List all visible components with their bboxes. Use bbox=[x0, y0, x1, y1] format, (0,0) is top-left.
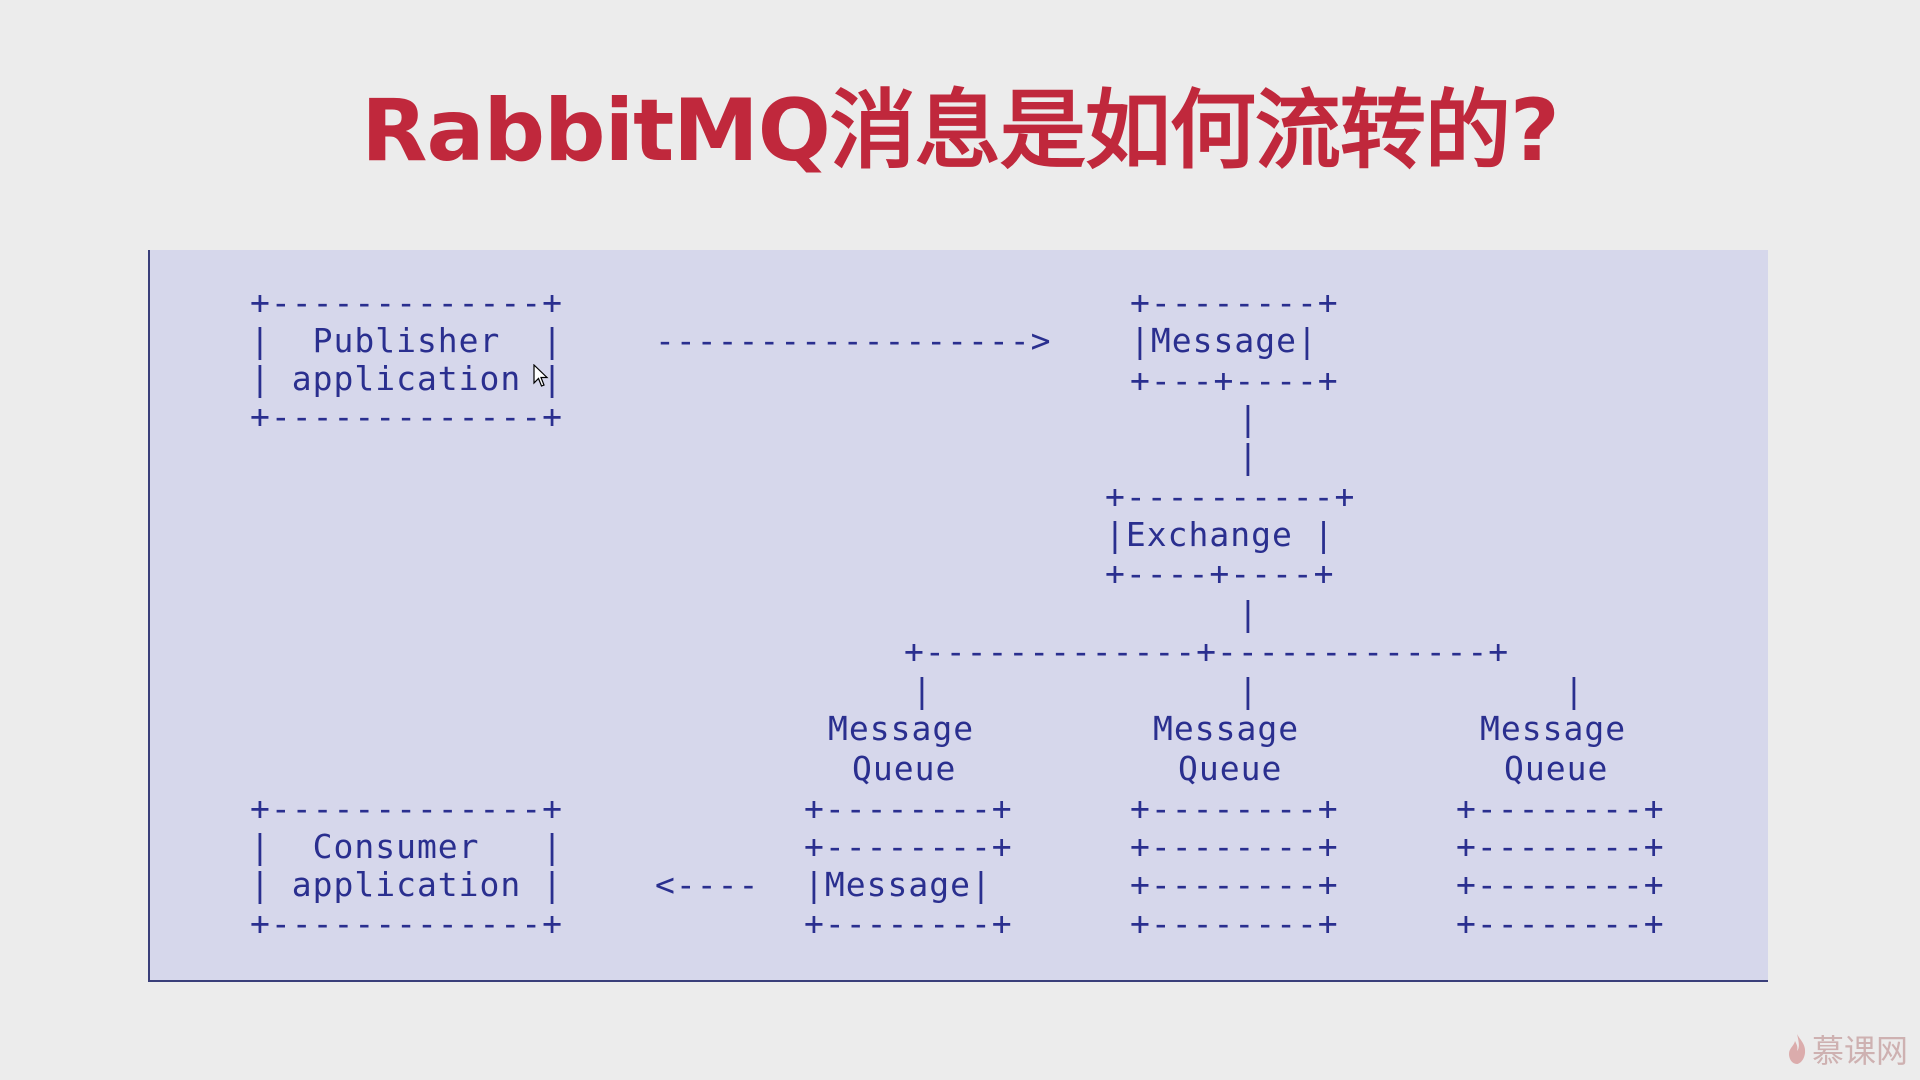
exchange-box-bottom: +----+----+ bbox=[1105, 554, 1335, 593]
queue-3-border-3: +--------+ bbox=[1456, 865, 1665, 904]
queue-2-border-2: +--------+ bbox=[1130, 827, 1339, 866]
mouse-cursor-icon bbox=[533, 364, 549, 387]
queue-1-border-1: +--------+ bbox=[804, 789, 1013, 828]
queue-2-border-3: +--------+ bbox=[1130, 865, 1339, 904]
watermark: 慕课网 bbox=[1786, 1026, 1908, 1072]
message-box-top: +--------+ bbox=[1130, 283, 1339, 322]
message-box-bottom: +---+----+ bbox=[1130, 361, 1339, 400]
consume-arrow: <---- bbox=[655, 865, 760, 904]
queue-3-border-2: +--------+ bbox=[1456, 827, 1665, 866]
consumer-box-bottom: +-------------+ bbox=[250, 904, 564, 943]
queue-3-border-4: +--------+ bbox=[1456, 904, 1665, 943]
message-box-line1: |Message| bbox=[1130, 321, 1318, 360]
queue-1-message: |Message| bbox=[804, 865, 992, 904]
queue-2-border-4: +--------+ bbox=[1130, 904, 1339, 943]
connector-queue-2: | bbox=[1238, 671, 1259, 710]
consumer-box-line2: | application | bbox=[250, 865, 564, 904]
queue-1-label-line1: Message bbox=[828, 709, 975, 748]
fanout-line: +-------------+-------------+ bbox=[904, 632, 1510, 671]
publisher-box-line2: | application | bbox=[250, 359, 564, 398]
watermark-text: 慕课网 bbox=[1811, 1032, 1908, 1070]
queue-3-label-line1: Message bbox=[1480, 709, 1627, 748]
diagram-panel: +-------------+ | Publisher | | applicat… bbox=[148, 250, 1768, 982]
exchange-box-top: +----------+ bbox=[1105, 477, 1356, 516]
connector-exchange-fanout: | bbox=[1238, 594, 1259, 633]
queue-1-border-2: +--------+ bbox=[804, 827, 1013, 866]
publisher-box-line1: | Publisher | bbox=[250, 321, 564, 360]
queue-1-border-3: +--------+ bbox=[804, 904, 1013, 943]
flame-icon bbox=[1788, 1034, 1806, 1064]
queue-3-border-1: +--------+ bbox=[1456, 789, 1665, 828]
publish-arrow: ------------------> bbox=[655, 321, 1052, 360]
slide-title: RabbitMQ消息是如何流转的? bbox=[361, 81, 1560, 181]
connector-message-exchange-2: | bbox=[1238, 437, 1259, 476]
queue-3-label-line2: Queue bbox=[1504, 749, 1609, 788]
connector-queue-3: | bbox=[1564, 671, 1585, 710]
exchange-box-line1: |Exchange | bbox=[1105, 515, 1335, 554]
queue-2-label-line1: Message bbox=[1153, 709, 1300, 748]
connector-queue-1: | bbox=[912, 671, 933, 710]
queue-2-label-line2: Queue bbox=[1178, 749, 1283, 788]
queue-1-label-line2: Queue bbox=[852, 749, 957, 788]
connector-message-exchange-1: | bbox=[1238, 399, 1259, 438]
publisher-box-bottom: +-------------+ bbox=[250, 397, 564, 436]
consumer-box-top: +-------------+ bbox=[250, 789, 564, 828]
publisher-box-top: +-------------+ bbox=[250, 283, 564, 322]
queue-2-border-1: +--------+ bbox=[1130, 789, 1339, 828]
consumer-box-line1: | Consumer | bbox=[250, 827, 564, 866]
